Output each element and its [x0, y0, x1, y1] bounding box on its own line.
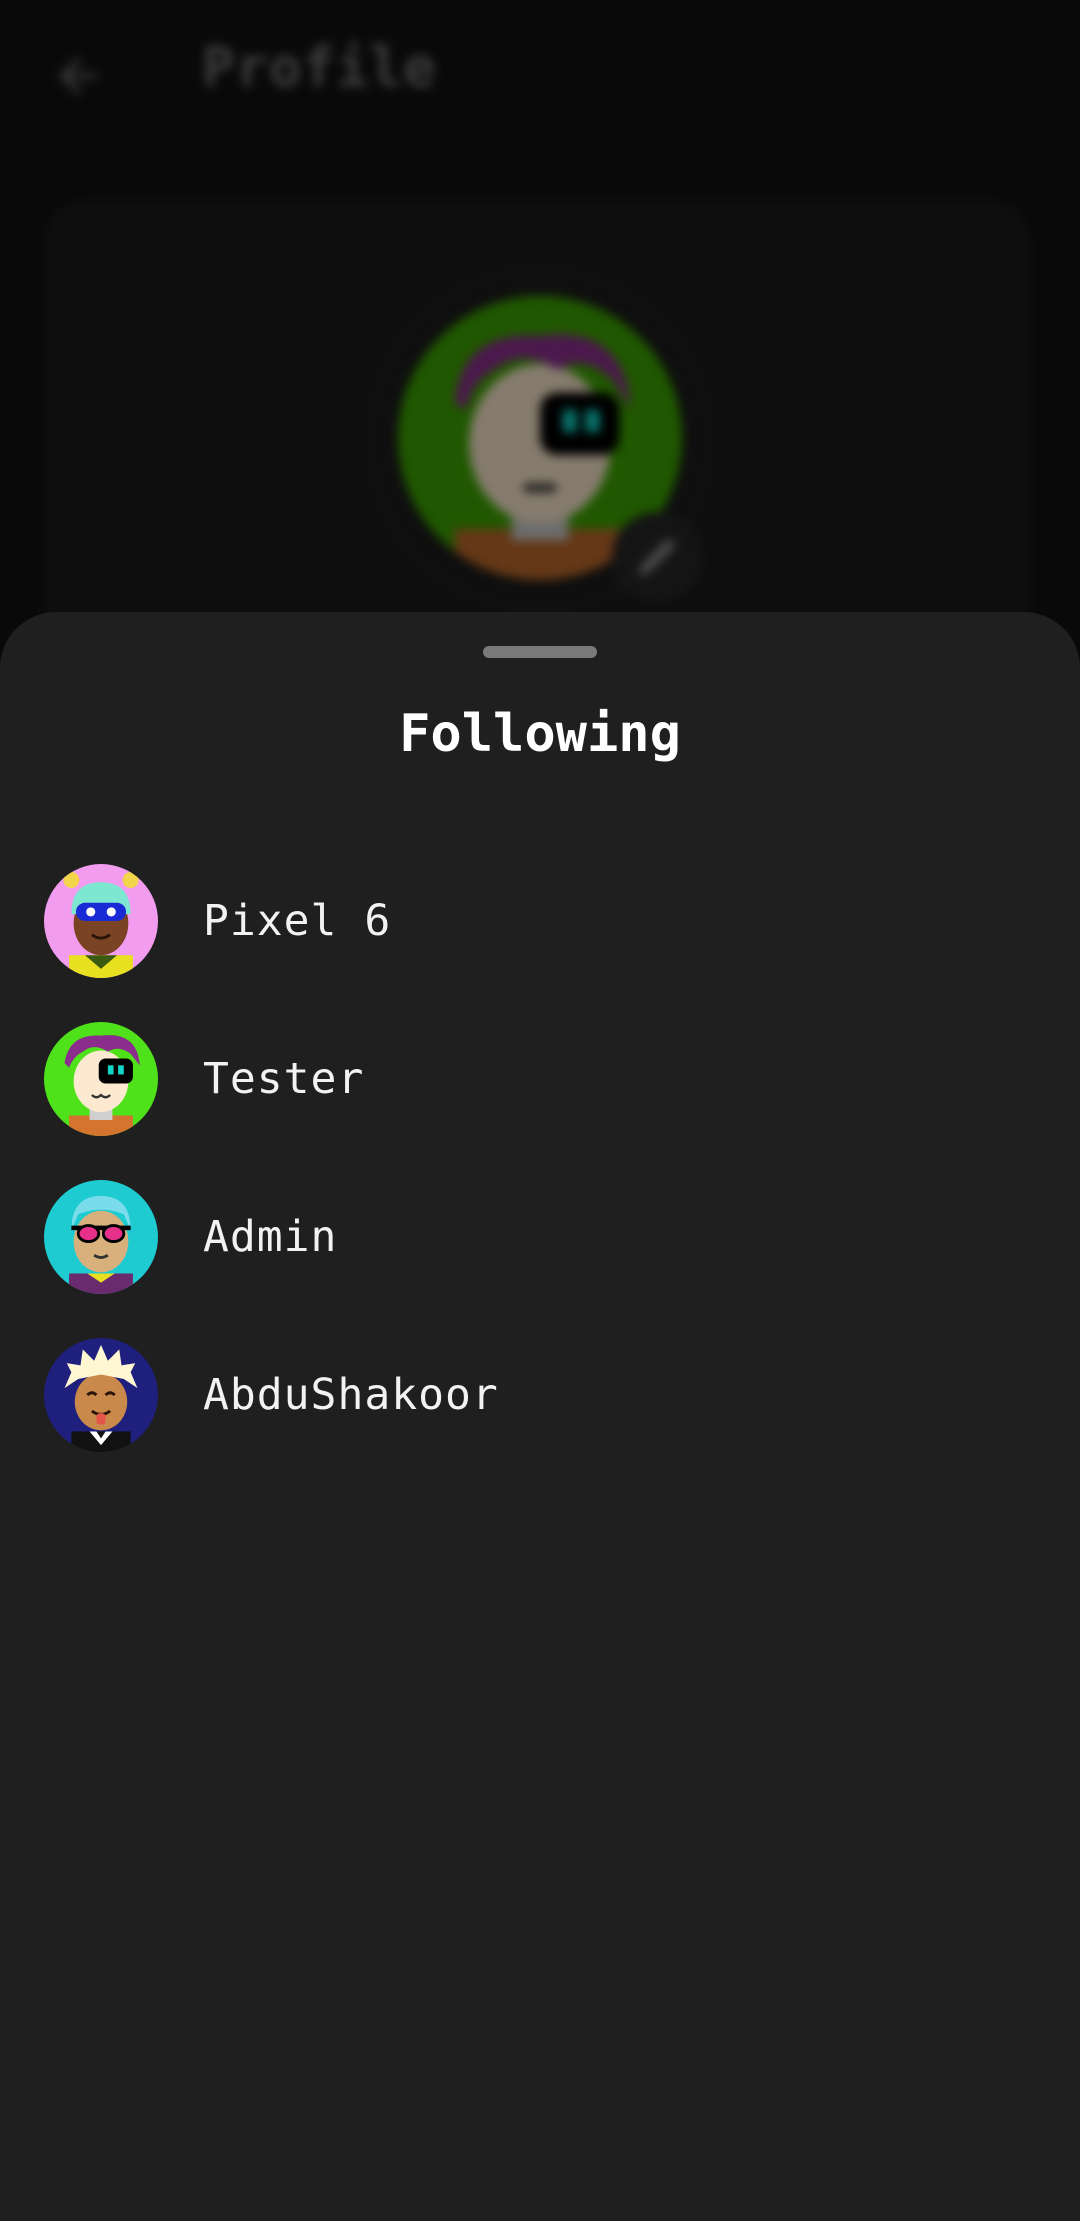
drag-handle[interactable] [483, 646, 597, 658]
scrim[interactable] [0, 0, 1080, 700]
following-username: Tester [203, 1054, 365, 1104]
avatar [44, 1338, 158, 1452]
sheet-title: Following [399, 704, 681, 764]
profile-screen: Profile Following Pixel 6 Tester Admin A… [0, 0, 1080, 2221]
avatar [44, 1180, 158, 1294]
avatar [44, 864, 158, 978]
following-username: AbduShakoor [203, 1370, 499, 1420]
following-item-abdushakoor[interactable]: AbduShakoor [0, 1314, 1080, 1472]
following-bottom-sheet: Following Pixel 6 Tester Admin AbduShako… [0, 612, 1080, 2221]
following-item-tester[interactable]: Tester [0, 998, 1080, 1156]
following-item-pixel-6[interactable]: Pixel 6 [0, 840, 1080, 998]
following-username: Admin [203, 1212, 338, 1262]
following-list: Pixel 6 Tester Admin AbduShakoor [0, 840, 1080, 1472]
following-item-admin[interactable]: Admin [0, 1156, 1080, 1314]
following-username: Pixel 6 [203, 896, 392, 946]
avatar [44, 1022, 158, 1136]
